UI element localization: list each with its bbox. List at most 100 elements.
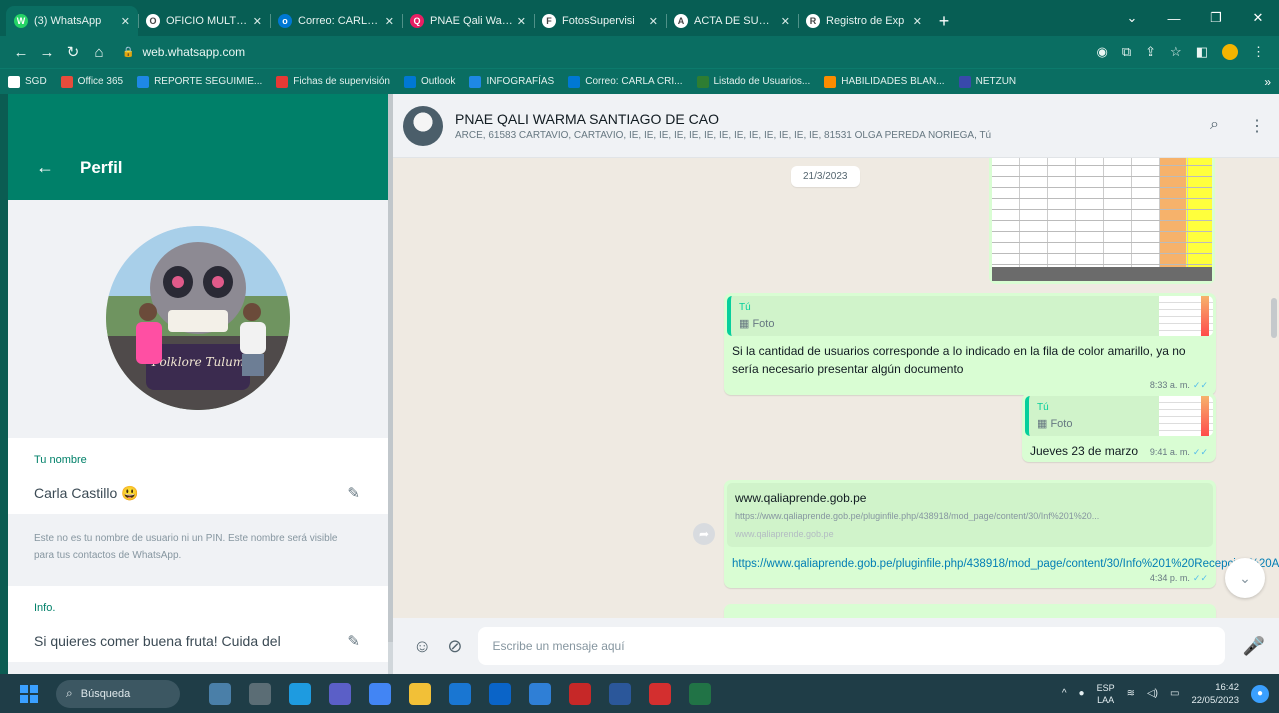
bookmark-item[interactable]: Listado de Usuarios... [696,75,810,88]
tab-close-icon[interactable]: ✕ [517,15,526,28]
notification-icon[interactable]: ● [1251,684,1269,703]
bookmark-item[interactable]: NETZUN [958,75,1017,88]
bookmark-label: NETZUN [975,76,1017,87]
browser-tab[interactable]: o Correo: CARLA C ✕ [270,6,402,36]
minimize-button[interactable]: — [1153,11,1195,26]
chat-header[interactable]: PNAE QALI WARMA SANTIAGO DE CAO ARCE, 61… [393,94,1279,158]
bookmark-item[interactable]: Correo: CARLA CRI... [568,75,683,88]
tab-close-icon[interactable]: ✕ [649,15,658,28]
volume-icon[interactable]: ◁) [1147,688,1158,699]
message-bubble[interactable]: www.qaliaprende.gob.pe https://www.qalia… [724,480,1279,588]
message-bubble[interactable] [724,604,1216,618]
browser-taskbar-icon[interactable] [449,682,471,705]
bookmark-item[interactable]: Fichas de supervisión [276,75,390,88]
forward-icon[interactable]: ➦ [693,523,715,545]
quoted-photo[interactable]: Tú ▦ Foto [727,296,1213,336]
start-button[interactable] [20,684,38,703]
quoted-photo[interactable]: Tú ▦ Foto [1025,396,1213,436]
browser-tab[interactable]: F FotosSupervisi ✕ [534,6,666,36]
message-input[interactable] [478,627,1225,665]
bookmark-item[interactable]: REPORTE SEGUIMIE... [137,75,262,88]
bookmark-item[interactable]: SGD [8,75,47,88]
mail-taskbar-icon[interactable] [489,682,511,705]
message-link[interactable]: https://www.qaliaprende.gob.pe/pluginfil… [724,550,1279,573]
chat-scrollbar-thumb[interactable] [1271,298,1277,338]
bookmark-item[interactable]: HABILIDADES BLAN... [824,75,945,88]
teams-taskbar-icon[interactable] [329,682,351,705]
bookmark-star-icon[interactable]: ☆ [1170,44,1182,60]
url-field[interactable]: 🔒 web.whatsapp.com [122,45,1097,59]
link-preview[interactable]: www.qaliaprende.gob.pe https://www.qalia… [727,483,1213,547]
emoji-icon[interactable]: ☺ [413,636,431,657]
side-panel-icon[interactable]: ◧ [1196,44,1208,60]
chat-title-block: PNAE QALI WARMA SANTIAGO DE CAO ARCE, 61… [455,111,1210,141]
todo-taskbar-icon[interactable] [529,682,551,705]
back-button[interactable]: ← [8,44,34,61]
app-red-taskbar-icon[interactable] [569,682,591,705]
translate-icon[interactable]: ⧉ [1122,44,1131,60]
taskbar-search[interactable]: ⌕ Búsqueda [56,679,180,708]
browser-tab[interactable]: A ACTA DE SUPER ✕ [666,6,798,36]
close-window-button[interactable]: ✕ [1237,10,1279,26]
tray-overflow-icon[interactable]: ^ [1062,688,1067,699]
language-top: ESP [1096,682,1115,693]
bookmark-item[interactable]: INFOGRAFÍAS [469,75,554,88]
reload-button[interactable]: ↻ [60,43,86,61]
acrobat-taskbar-icon[interactable] [649,682,671,705]
site-info-icon[interactable]: 🔒 [122,47,134,58]
profile-avatar-icon[interactable] [1222,44,1238,60]
excel-taskbar-icon[interactable] [689,682,711,705]
battery-icon[interactable]: ▭ [1170,688,1179,699]
group-avatar[interactable] [403,105,443,146]
profile-header: ← Perfil [8,94,388,200]
attach-icon[interactable]: ⊘ [447,636,462,657]
forward-button[interactable]: → [34,44,60,61]
bookmarks-overflow-button[interactable]: » [1264,75,1271,89]
image-message[interactable] [989,158,1215,284]
bookmark-item[interactable]: Office 365 [60,75,124,88]
message-bubble[interactable]: Tú ▦ Foto Jueves 23 de marzo 9:41 a. m. ✓… [1022,393,1216,462]
tab-close-icon[interactable]: ✕ [781,15,790,28]
tab-close-icon[interactable]: ✕ [253,15,262,28]
back-arrow-icon[interactable]: ← [36,157,54,178]
scroll-down-button[interactable]: ⌄ [1225,558,1265,598]
tab-close-icon[interactable]: ✕ [121,15,130,28]
new-tab-button[interactable]: + [930,6,958,36]
search-icon[interactable]: ⌕ [1210,116,1219,136]
edit-info-pencil-icon[interactable]: ✎ [347,632,360,650]
task-view-taskbar-icon[interactable] [249,682,271,705]
tab-close-icon[interactable]: ✕ [385,15,394,28]
clock[interactable]: 16:42 22/05/2023 [1191,681,1239,707]
browser-tab[interactable]: R Registro de Exp ✕ [798,6,930,36]
name-row: Carla Castillo 😃 ✎ [34,484,360,503]
tab-favicon-icon: Q [410,14,424,28]
browser-tab[interactable]: Q PNAE Qali Warm ✕ [402,6,534,36]
profile-photo[interactable]: Folklore Tulum [106,226,290,410]
browser-tab[interactable]: W (3) WhatsApp ✕ [6,6,138,36]
tray-app-icon[interactable]: ● [1079,688,1085,699]
home-button[interactable]: ⌂ [86,44,112,61]
language-indicator[interactable]: ESP LAA [1097,682,1115,706]
address-bar-actions: ◉ ⧉ ⇪ ☆ ◧ ⋮ [1097,44,1272,60]
wifi-icon[interactable]: ≋ [1127,688,1135,699]
restore-button[interactable]: ❐ [1195,10,1237,26]
browser-tab[interactable]: O OFICIO MULTIPL ✕ [138,6,270,36]
chrome-taskbar-icon[interactable] [369,682,391,705]
word-taskbar-icon[interactable] [609,682,631,705]
bookmark-favicon-icon [60,75,73,88]
edge-taskbar-icon[interactable] [289,682,311,705]
edit-name-pencil-icon[interactable]: ✎ [347,484,360,502]
google-lens-icon[interactable]: ◉ [1097,44,1108,60]
bookmark-item[interactable]: Outlook [403,75,455,88]
tab-search-icon[interactable]: ⌄ [1111,10,1153,26]
chat-menu-icon[interactable]: ⋮ [1249,116,1265,136]
browser-menu-icon[interactable]: ⋮ [1252,44,1265,60]
file-explorer-taskbar-icon[interactable] [409,682,431,705]
widgets-taskbar-icon[interactable] [209,682,231,705]
bookmark-label: Office 365 [77,76,124,87]
share-icon[interactable]: ⇪ [1145,44,1156,60]
microphone-icon[interactable]: 🎤 [1243,636,1265,657]
tab-close-icon[interactable]: ✕ [913,15,922,28]
message-list[interactable]: 21/3/2023 Tú ▦ Foto Si la cantidad de us… [393,158,1279,618]
message-bubble[interactable]: Tú ▦ Foto Si la cantidad de usuarios cor… [724,293,1216,395]
